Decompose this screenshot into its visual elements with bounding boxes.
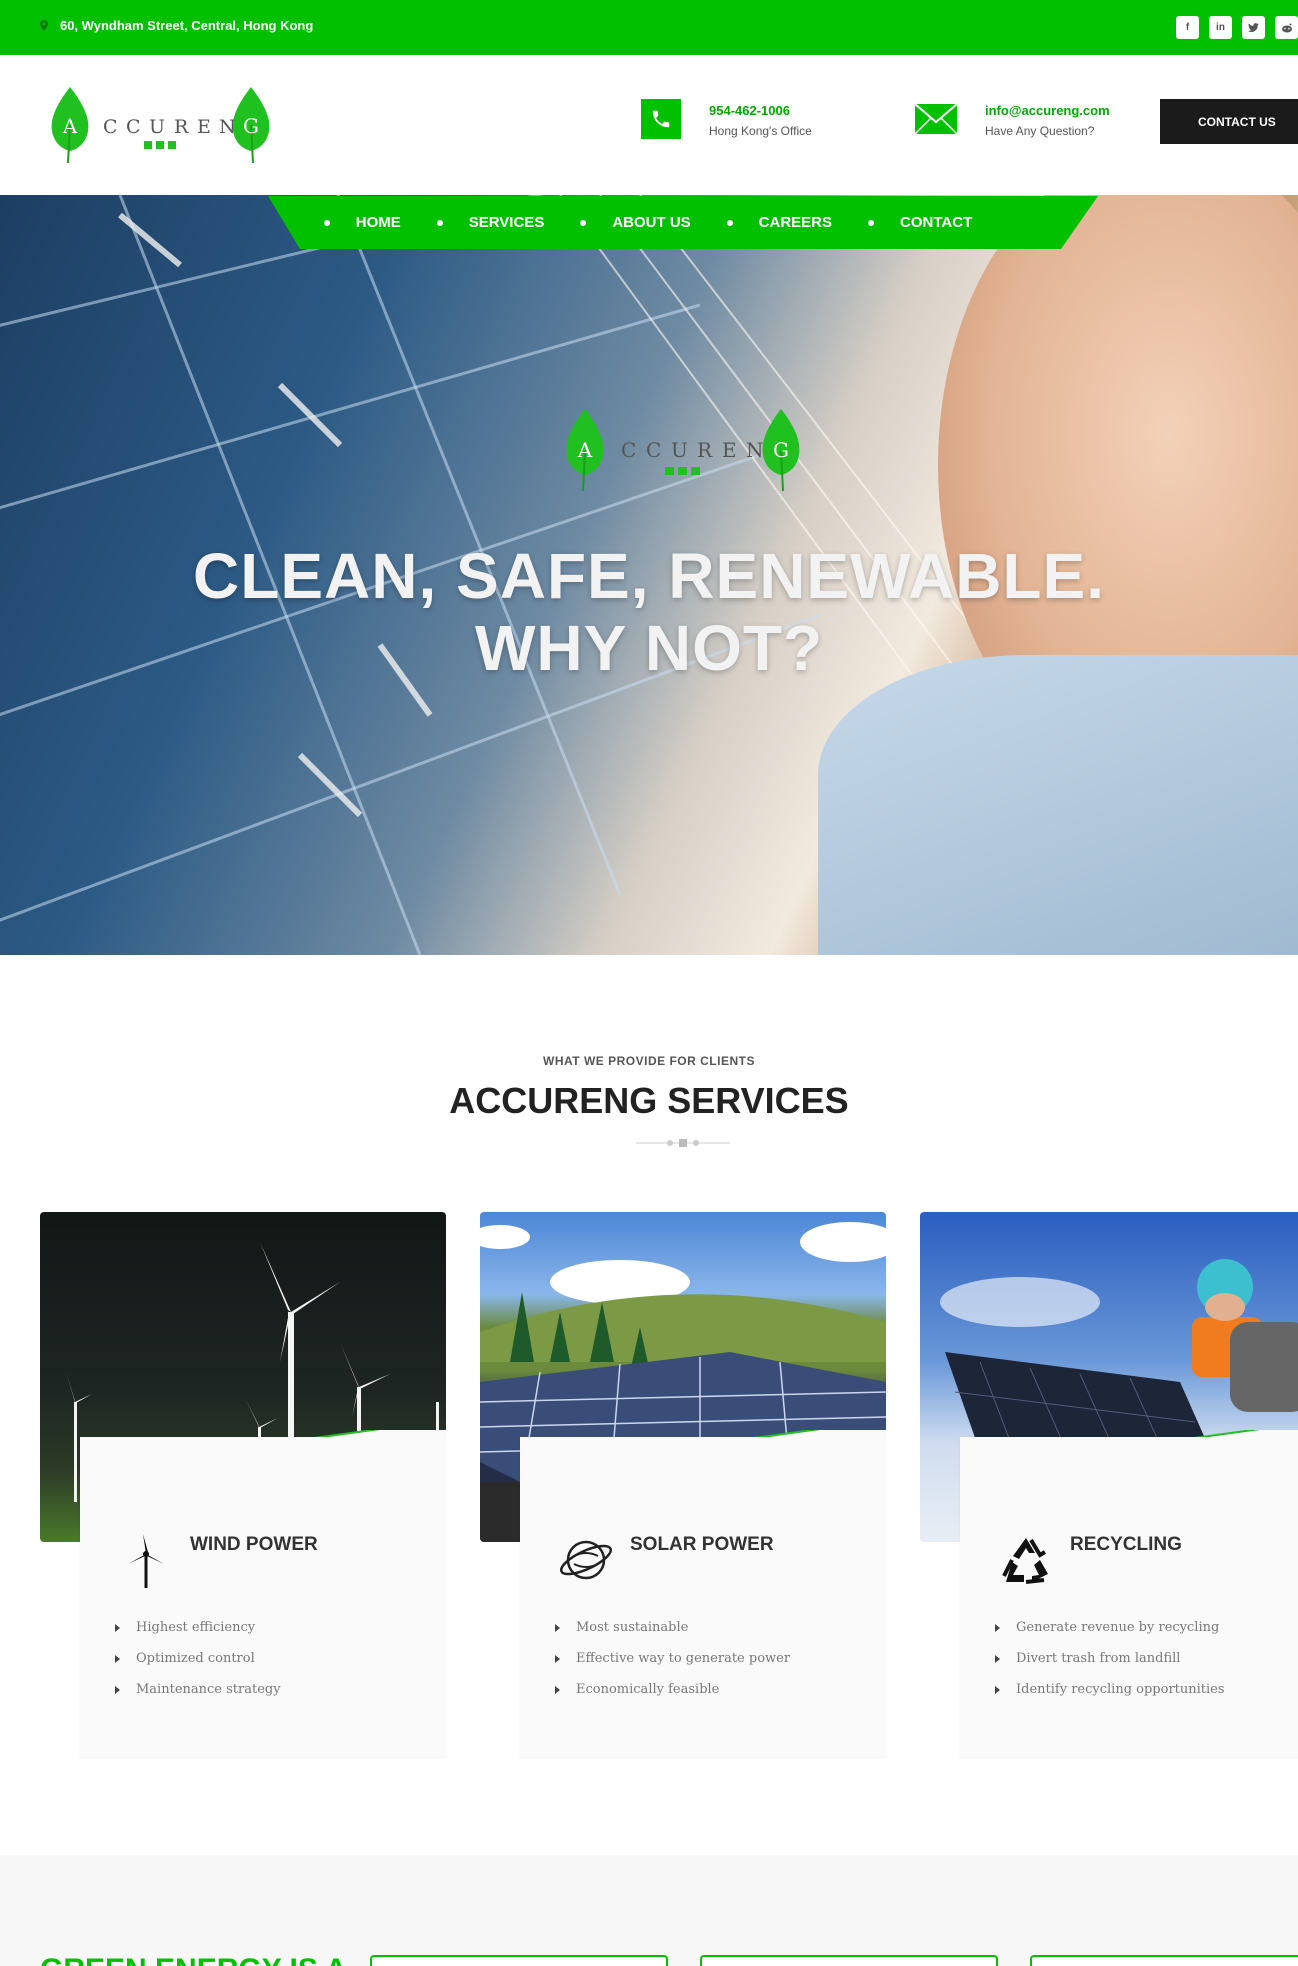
- caret-right-icon: [115, 1624, 120, 1632]
- address: 60, Wyndham Street, Central, Hong Kong: [40, 18, 313, 33]
- hero-logo: A G C C U R E N: [566, 409, 800, 492]
- svg-text:A: A: [62, 114, 78, 138]
- list-item: Optimized control: [115, 1651, 281, 1682]
- accureng-logo[interactable]: A G C C U R E N: [48, 85, 273, 165]
- svg-text:U: U: [671, 438, 688, 462]
- svg-text:A: A: [577, 438, 593, 462]
- svg-text:C: C: [103, 116, 118, 138]
- feature-box: [1030, 1955, 1298, 1966]
- svg-text:U: U: [149, 116, 165, 138]
- svg-text:C: C: [646, 438, 661, 462]
- nav-label: CONTACT: [900, 214, 973, 231]
- services-subtitle: WHAT WE PROVIDE FOR CLIENTS: [543, 1054, 755, 1068]
- nav-item-about-us[interactable]: ABOUT US: [580, 214, 691, 231]
- bullet-icon: [323, 219, 330, 226]
- svg-text:G: G: [243, 114, 259, 138]
- recycle-icon: [1002, 1538, 1048, 1584]
- site-header: A G C C U R E N 954-462-1006 Hong Kong's…: [0, 55, 1298, 195]
- address-text: 60, Wyndham Street, Central, Hong Kong: [60, 18, 314, 33]
- svg-text:C: C: [126, 116, 141, 138]
- svg-text:G: G: [773, 438, 789, 462]
- reddit-icon[interactable]: [1275, 16, 1298, 39]
- email-block: info@accureng.com Have Any Question?: [915, 99, 1110, 139]
- svg-text:E: E: [722, 438, 737, 462]
- phone-block: 954-462-1006 Hong Kong's Office: [641, 99, 812, 139]
- service-card-wind[interactable]: WIND POWER Highest efficiency Optimized …: [40, 1212, 446, 1757]
- svg-text:C: C: [621, 438, 636, 462]
- card-title: WIND POWER: [190, 1534, 318, 1555]
- linkedin-icon[interactable]: in: [1209, 16, 1232, 39]
- caret-right-icon: [555, 1655, 560, 1663]
- top-bar: 60, Wyndham Street, Central, Hong Kong f…: [0, 0, 1298, 55]
- feature-list: Most sustainable Effective way to genera…: [555, 1620, 790, 1713]
- feature-box: [370, 1955, 668, 1966]
- svg-text:N: N: [219, 116, 236, 138]
- hero-banner: A G C C U R E N CLEAN, SAFE, RENEWABLE. …: [0, 195, 1298, 955]
- list-item: Maintenance strategy: [115, 1682, 281, 1713]
- caret-right-icon: [115, 1686, 120, 1694]
- services-title: ACCURENG SERVICES: [449, 1080, 849, 1121]
- twitter-icon[interactable]: [1242, 16, 1265, 39]
- list-item: Economically feasible: [555, 1682, 790, 1713]
- service-card-solar[interactable]: SOLAR POWER Most sustainable Effective w…: [480, 1212, 886, 1757]
- nav-item-contact[interactable]: CONTACT: [868, 214, 972, 231]
- svg-text:N: N: [746, 438, 764, 462]
- bullet-icon: [436, 219, 443, 226]
- list-item: Divert trash from landfill: [995, 1651, 1225, 1682]
- bullet-icon: [868, 219, 875, 226]
- caret-right-icon: [115, 1655, 120, 1663]
- contact-us-button[interactable]: CONTACT US: [1160, 99, 1298, 144]
- list-item: Effective way to generate power: [555, 1651, 790, 1682]
- nav-label: HOME: [355, 214, 401, 231]
- solar-planet-icon: [559, 1540, 613, 1580]
- phone-number[interactable]: 954-462-1006: [709, 103, 812, 118]
- list-item: Generate revenue by recycling: [995, 1620, 1225, 1651]
- feature-list: Highest efficiency Optimized control Mai…: [115, 1620, 281, 1713]
- nav-item-services[interactable]: SERVICES: [436, 214, 545, 231]
- bullet-icon: [726, 219, 733, 226]
- bullet-icon: [580, 219, 587, 226]
- svg-text:R: R: [697, 438, 713, 462]
- list-item: Identify recycling opportunities: [995, 1682, 1225, 1713]
- caret-right-icon: [995, 1686, 1000, 1694]
- card-title: RECYCLING: [1070, 1534, 1182, 1555]
- card-title: SOLAR POWER: [630, 1534, 774, 1555]
- phone-icon: [641, 99, 681, 139]
- service-card-recycling[interactable]: RECYCLING Generate revenue by recycling …: [920, 1212, 1298, 1757]
- svg-text:R: R: [174, 116, 189, 138]
- svg-text:E: E: [197, 116, 211, 138]
- caret-right-icon: [995, 1624, 1000, 1632]
- section-divider-icon: [636, 1139, 730, 1147]
- green-energy-title: GREEN ENERGY IS A: [40, 1953, 347, 1966]
- caret-right-icon: [995, 1655, 1000, 1663]
- hero-title: CLEAN, SAFE, RENEWABLE. WHY NOT?: [0, 540, 1298, 684]
- hero-woman-shirt: [818, 655, 1298, 955]
- feature-list: Generate revenue by recycling Divert tra…: [995, 1620, 1225, 1713]
- wind-turbine-icon: [128, 1534, 164, 1588]
- hero-title-line2: WHY NOT?: [474, 612, 824, 684]
- email-caption: Have Any Question?: [985, 124, 1095, 138]
- nav-label: ABOUT US: [612, 214, 691, 231]
- nav-item-careers[interactable]: CAREERS: [726, 214, 833, 231]
- social-links: f in: [1176, 16, 1298, 39]
- email-address[interactable]: info@accureng.com: [985, 103, 1110, 118]
- mail-icon: [915, 99, 957, 139]
- nav-item-home[interactable]: HOME: [323, 214, 401, 231]
- hero-title-line1: CLEAN, SAFE, RENEWABLE.: [193, 540, 1105, 612]
- map-pin-icon: [40, 20, 48, 31]
- facebook-icon[interactable]: f: [1176, 16, 1199, 39]
- feature-box: [700, 1955, 998, 1966]
- nav-label: CAREERS: [758, 214, 833, 231]
- nav-label: SERVICES: [468, 214, 545, 231]
- list-item: Most sustainable: [555, 1620, 790, 1651]
- main-nav: HOME SERVICES ABOUT US CAREERS CONTACT: [268, 196, 1098, 249]
- caret-right-icon: [555, 1624, 560, 1632]
- green-energy-section: GREEN ENERGY IS A: [0, 1855, 1298, 1966]
- caret-right-icon: [555, 1686, 560, 1694]
- list-item: Highest efficiency: [115, 1620, 281, 1651]
- phone-caption: Hong Kong's Office: [709, 124, 812, 138]
